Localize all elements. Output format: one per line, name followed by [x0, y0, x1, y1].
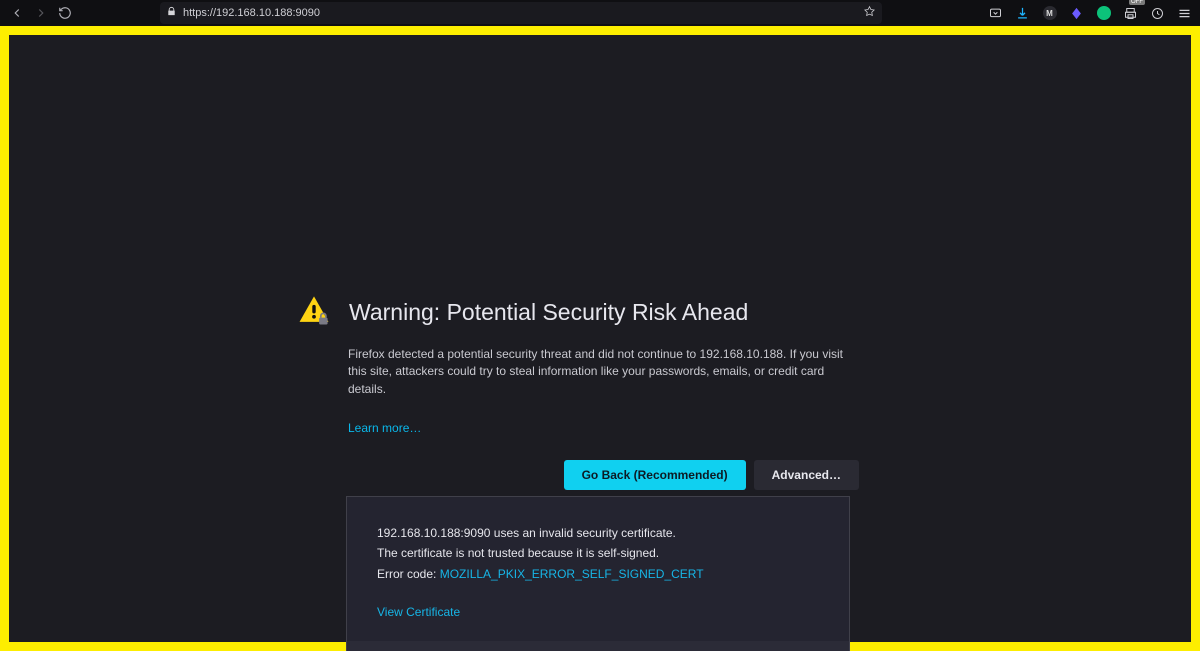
- warning-button-row: Go Back (Recommended) Advanced…: [348, 460, 859, 490]
- lock-icon: [166, 6, 177, 20]
- forward-button[interactable]: [32, 4, 50, 22]
- error-code-label: Error code:: [377, 567, 440, 581]
- extension-clock-icon[interactable]: [1150, 6, 1165, 21]
- page-content: Warning: Potential Security Risk Ahead F…: [9, 35, 1191, 642]
- certificate-details-body: 192.168.10.188:9090 uses an invalid secu…: [347, 497, 849, 641]
- reload-button[interactable]: [56, 4, 74, 22]
- extension-green-circle-icon[interactable]: [1096, 6, 1111, 21]
- go-back-button[interactable]: Go Back (Recommended): [564, 460, 746, 490]
- cert-error-line: Error code: MOZILLA_PKIX_ERROR_SELF_SIGN…: [377, 564, 819, 584]
- address-bar[interactable]: https://192.168.10.188:9090: [160, 2, 882, 24]
- toolbar-right-icons: M: [988, 6, 1192, 21]
- warning-body: Firefox detected a potential security th…: [348, 346, 859, 490]
- cert-detail-line1: 192.168.10.188:9090 uses an invalid secu…: [377, 523, 819, 543]
- bookmark-star-icon[interactable]: [863, 5, 876, 21]
- warning-title: Warning: Potential Security Risk Ahead: [349, 299, 748, 326]
- extension-m-icon[interactable]: M: [1042, 6, 1057, 21]
- browser-toolbar: https://192.168.10.188:9090 M: [0, 0, 1200, 26]
- back-button[interactable]: [8, 4, 26, 22]
- download-icon[interactable]: [1015, 6, 1030, 21]
- extension-printer-icon[interactable]: [1123, 6, 1138, 21]
- view-certificate-link[interactable]: View Certificate: [377, 602, 460, 622]
- warning-header: Warning: Potential Security Risk Ahead: [297, 293, 859, 332]
- warning-description: Firefox detected a potential security th…: [348, 346, 859, 398]
- error-code-link[interactable]: MOZILLA_PKIX_ERROR_SELF_SIGNED_CERT: [440, 567, 704, 581]
- learn-more-link[interactable]: Learn more…: [348, 420, 421, 437]
- extension-diamond-icon[interactable]: [1069, 6, 1084, 21]
- pocket-icon[interactable]: [988, 6, 1003, 21]
- cert-detail-line2: The certificate is not trusted because i…: [377, 543, 819, 563]
- viewport-frame: Warning: Potential Security Risk Ahead F…: [0, 26, 1200, 651]
- advanced-button[interactable]: Advanced…: [754, 460, 859, 490]
- url-text: https://192.168.10.188:9090: [183, 7, 857, 19]
- certificate-details-footer: Go Back (Recommended) Accept the Risk an…: [347, 641, 849, 651]
- certificate-details-panel: 192.168.10.188:9090 uses an invalid secu…: [346, 496, 850, 651]
- security-warning: Warning: Potential Security Risk Ahead F…: [297, 293, 859, 490]
- warning-triangle-icon: [297, 293, 331, 332]
- hamburger-menu-icon[interactable]: [1177, 6, 1192, 21]
